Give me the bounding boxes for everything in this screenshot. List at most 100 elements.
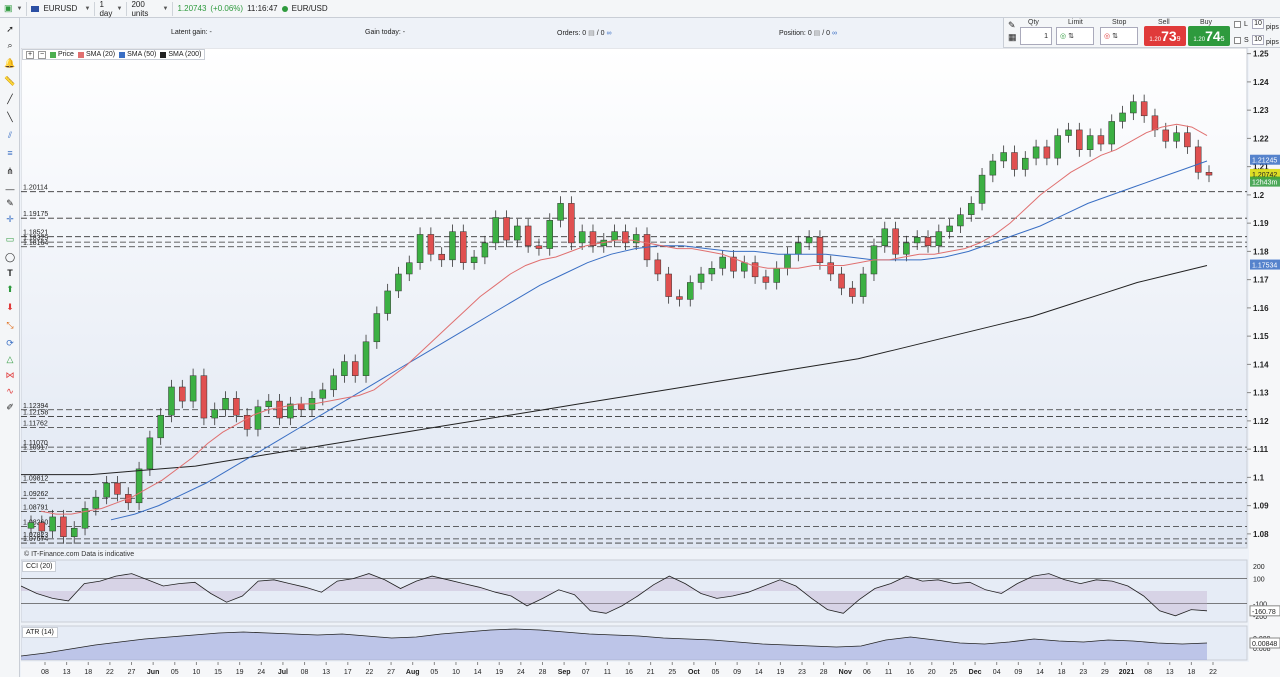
stepper-icon: ⇅ <box>1112 33 1118 40</box>
arrow-up-icon[interactable]: ⬆ <box>3 282 17 296</box>
position-count: 0 <box>807 30 812 37</box>
triangle-icon[interactable]: △ <box>3 352 17 366</box>
s-pips-input[interactable]: 10 <box>1252 35 1264 45</box>
x-tick-label: 08 <box>1144 669 1152 676</box>
ellipse-icon[interactable]: ◯ <box>3 250 17 264</box>
chevron-down-icon: ▼ <box>162 5 169 12</box>
link-icon[interactable]: ∞ <box>606 30 611 37</box>
fibonacci-icon[interactable]: ≡ <box>3 146 17 160</box>
trendline-icon[interactable]: ╱ <box>3 92 17 106</box>
candle-body <box>265 400 273 408</box>
rectangle-icon[interactable]: ▭ <box>3 232 17 246</box>
text-tool-icon[interactable]: T <box>3 266 17 280</box>
x-tick-label: 13 <box>63 669 71 676</box>
x-tick-label: 24 <box>257 669 265 676</box>
list-icon[interactable]: ▤ <box>588 30 595 37</box>
candle-body <box>816 237 824 263</box>
symbol-selector[interactable]: EURUSD ▼ <box>27 1 96 16</box>
target-icon: ◎ <box>1060 33 1067 40</box>
units-selector[interactable]: 200 units ▼ <box>127 0 174 18</box>
candle-body <box>427 234 435 255</box>
buy-button[interactable]: 1.20 74 5 <box>1188 26 1230 46</box>
candle-body <box>795 242 802 255</box>
current-price: 1.20743 <box>177 4 207 13</box>
x-tick-label: 16 <box>906 669 914 676</box>
legend-item[interactable]: Price <box>50 51 74 58</box>
candle-body <box>784 253 791 269</box>
x-tick-label: 08 <box>41 669 49 676</box>
sell-button[interactable]: 1.20 73 9 <box>1144 26 1186 46</box>
legend-item[interactable]: SMA (200) <box>160 51 201 58</box>
candle-body <box>957 214 964 227</box>
alert-bell-icon[interactable]: 🔔 <box>3 56 17 70</box>
candle-body <box>146 437 154 470</box>
legend-add-icon[interactable]: + <box>26 50 34 59</box>
candle-body <box>222 398 229 410</box>
zoom-icon[interactable]: ⌕ <box>3 38 17 52</box>
ruler-icon[interactable]: 📏 <box>3 74 17 88</box>
candle-body <box>849 287 856 297</box>
candle-body <box>686 282 694 300</box>
candle-body <box>827 262 834 275</box>
channel-icon[interactable]: ⫽ <box>3 128 17 142</box>
s-checkbox[interactable] <box>1234 37 1241 44</box>
chart-legend: + − Price SMA (20) SMA (50) SMA (200) <box>22 49 206 60</box>
order-ticket-icon[interactable]: ✎ <box>1008 20 1016 31</box>
cycle-icon[interactable]: ⟳ <box>3 336 17 350</box>
horizontal-line-icon[interactable]: — <box>3 182 17 196</box>
y-tick-label: 1.14 <box>1253 360 1269 369</box>
x-tick-label: 18 <box>1187 669 1195 676</box>
candle-body <box>935 231 943 246</box>
line-icon[interactable]: ╲ <box>3 110 17 124</box>
wave-icon[interactable]: ∿ <box>3 384 17 398</box>
level-label: 1.08791 <box>23 505 48 512</box>
list-icon[interactable]: ▤ <box>814 30 821 37</box>
candle-body <box>578 231 586 244</box>
cursor-icon[interactable]: ➚ <box>3 22 17 36</box>
arrow-down-icon[interactable]: ⬇ <box>3 300 17 314</box>
pen-icon[interactable]: ✎ <box>3 196 17 210</box>
stop-input[interactable]: ◎ ⇅ <box>1100 27 1138 45</box>
level-label: 1.07674 <box>23 536 48 543</box>
cci-legend[interactable]: CCI (20) <box>22 561 57 572</box>
y-tick-label: 1.25 <box>1253 50 1269 59</box>
limit-input[interactable]: ◎ ⇅ <box>1056 27 1094 45</box>
link-icon[interactable]: ∞ <box>832 30 837 37</box>
candle-body <box>676 296 683 300</box>
x-tick-label: 29 <box>1101 669 1109 676</box>
calculator-icon[interactable]: ▦ <box>1008 32 1017 43</box>
x-tick-label: 28 <box>539 669 547 676</box>
x-tick-label: 14 <box>1036 669 1044 676</box>
candle-body <box>654 259 662 275</box>
flag-icon <box>31 5 40 12</box>
gann-icon[interactable]: ⤡ <box>3 318 17 332</box>
y-tick-label: 1.2 <box>1253 191 1265 200</box>
atr-legend[interactable]: ATR (14) <box>22 627 58 638</box>
price-change: (+0.06%) <box>210 4 244 13</box>
y-tick-label: 1.18 <box>1253 247 1269 256</box>
candle-body <box>319 389 327 399</box>
brush-icon[interactable]: ✐ <box>3 400 17 414</box>
l-pips-input[interactable]: 10 <box>1252 19 1264 29</box>
legend-item[interactable]: SMA (20) <box>77 51 115 58</box>
legend-swatch <box>119 51 126 58</box>
candle-body <box>1162 129 1170 142</box>
main-panel-bg <box>21 48 1248 549</box>
y-tick-label: 1.23 <box>1253 106 1269 115</box>
legend-item[interactable]: SMA (50) <box>119 51 156 58</box>
qty-input[interactable]: 1 <box>1020 27 1052 45</box>
x-tick-label: 18 <box>84 669 92 676</box>
buy-label: Buy <box>1200 19 1213 26</box>
legend-remove-icon[interactable]: − <box>38 50 46 59</box>
candle-body <box>1065 129 1072 136</box>
l-checkbox[interactable] <box>1234 21 1241 28</box>
pattern-icon[interactable]: ⋈ <box>3 368 17 382</box>
pitchfork-icon[interactable]: ⋔ <box>3 164 17 178</box>
menu-button[interactable]: ▣ ▼ <box>0 1 28 16</box>
price-chart[interactable]: 1.251.241.231.221.211.21.191.181.171.161… <box>21 48 1280 677</box>
buy-pipette: 5 <box>1220 36 1225 43</box>
candle-body <box>189 375 197 402</box>
timeframe-selector[interactable]: 1 day ▼ <box>95 0 128 18</box>
y-tick-label: 1.13 <box>1253 389 1269 398</box>
crosshair-icon[interactable]: ✛ <box>3 212 17 226</box>
